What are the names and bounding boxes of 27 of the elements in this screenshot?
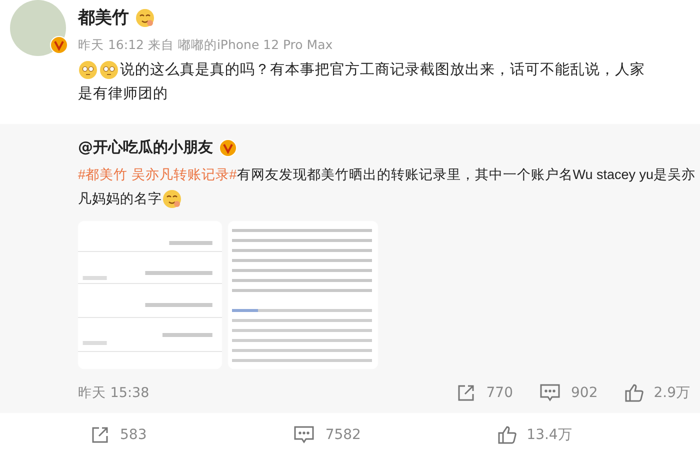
- user-name[interactable]: 都美竹: [78, 6, 129, 29]
- comment-count: 7582: [325, 427, 361, 443]
- share-icon[interactable]: [90, 425, 110, 445]
- like-count: 13.4万: [526, 426, 572, 444]
- verified-badge-icon: [219, 138, 237, 156]
- thumbs-up-icon[interactable]: [624, 383, 644, 403]
- share-icon[interactable]: [456, 383, 476, 403]
- comment-icon[interactable]: [293, 425, 316, 445]
- post-meta: 昨天 16:12 来自 嘟嘟的iPhone 12 Pro Max: [78, 37, 333, 54]
- avatar[interactable]: [10, 0, 66, 56]
- comment-icon[interactable]: [539, 383, 561, 403]
- emoji-icon: [162, 189, 182, 209]
- emoji-icon: [99, 60, 119, 80]
- repost-author[interactable]: @开心吃瓜的小朋友: [78, 138, 213, 157]
- thumbs-up-icon[interactable]: [496, 425, 517, 445]
- emoji-icon: [135, 8, 155, 28]
- comment-count: 902: [571, 385, 598, 401]
- verified-badge-icon: [50, 36, 68, 54]
- emoji-icon: [78, 60, 98, 80]
- post-text: 是有律师团的: [78, 85, 168, 104]
- like-count: 2.9万: [654, 384, 690, 402]
- share-count: 583: [120, 427, 147, 443]
- share-count: 770: [486, 385, 513, 401]
- repost-text: 凡妈妈的名字: [78, 190, 162, 208]
- post-text: 说的这么真是真的吗？有本事把官方工商记录截图放出来，话可不能乱说，人家: [120, 60, 645, 80]
- repost-text: 有网友发现都美竹晒出的转账记录里，其中一个账户名Wu stacey yu是吴亦: [236, 166, 696, 184]
- repost-time: 昨天 15:38: [78, 384, 150, 402]
